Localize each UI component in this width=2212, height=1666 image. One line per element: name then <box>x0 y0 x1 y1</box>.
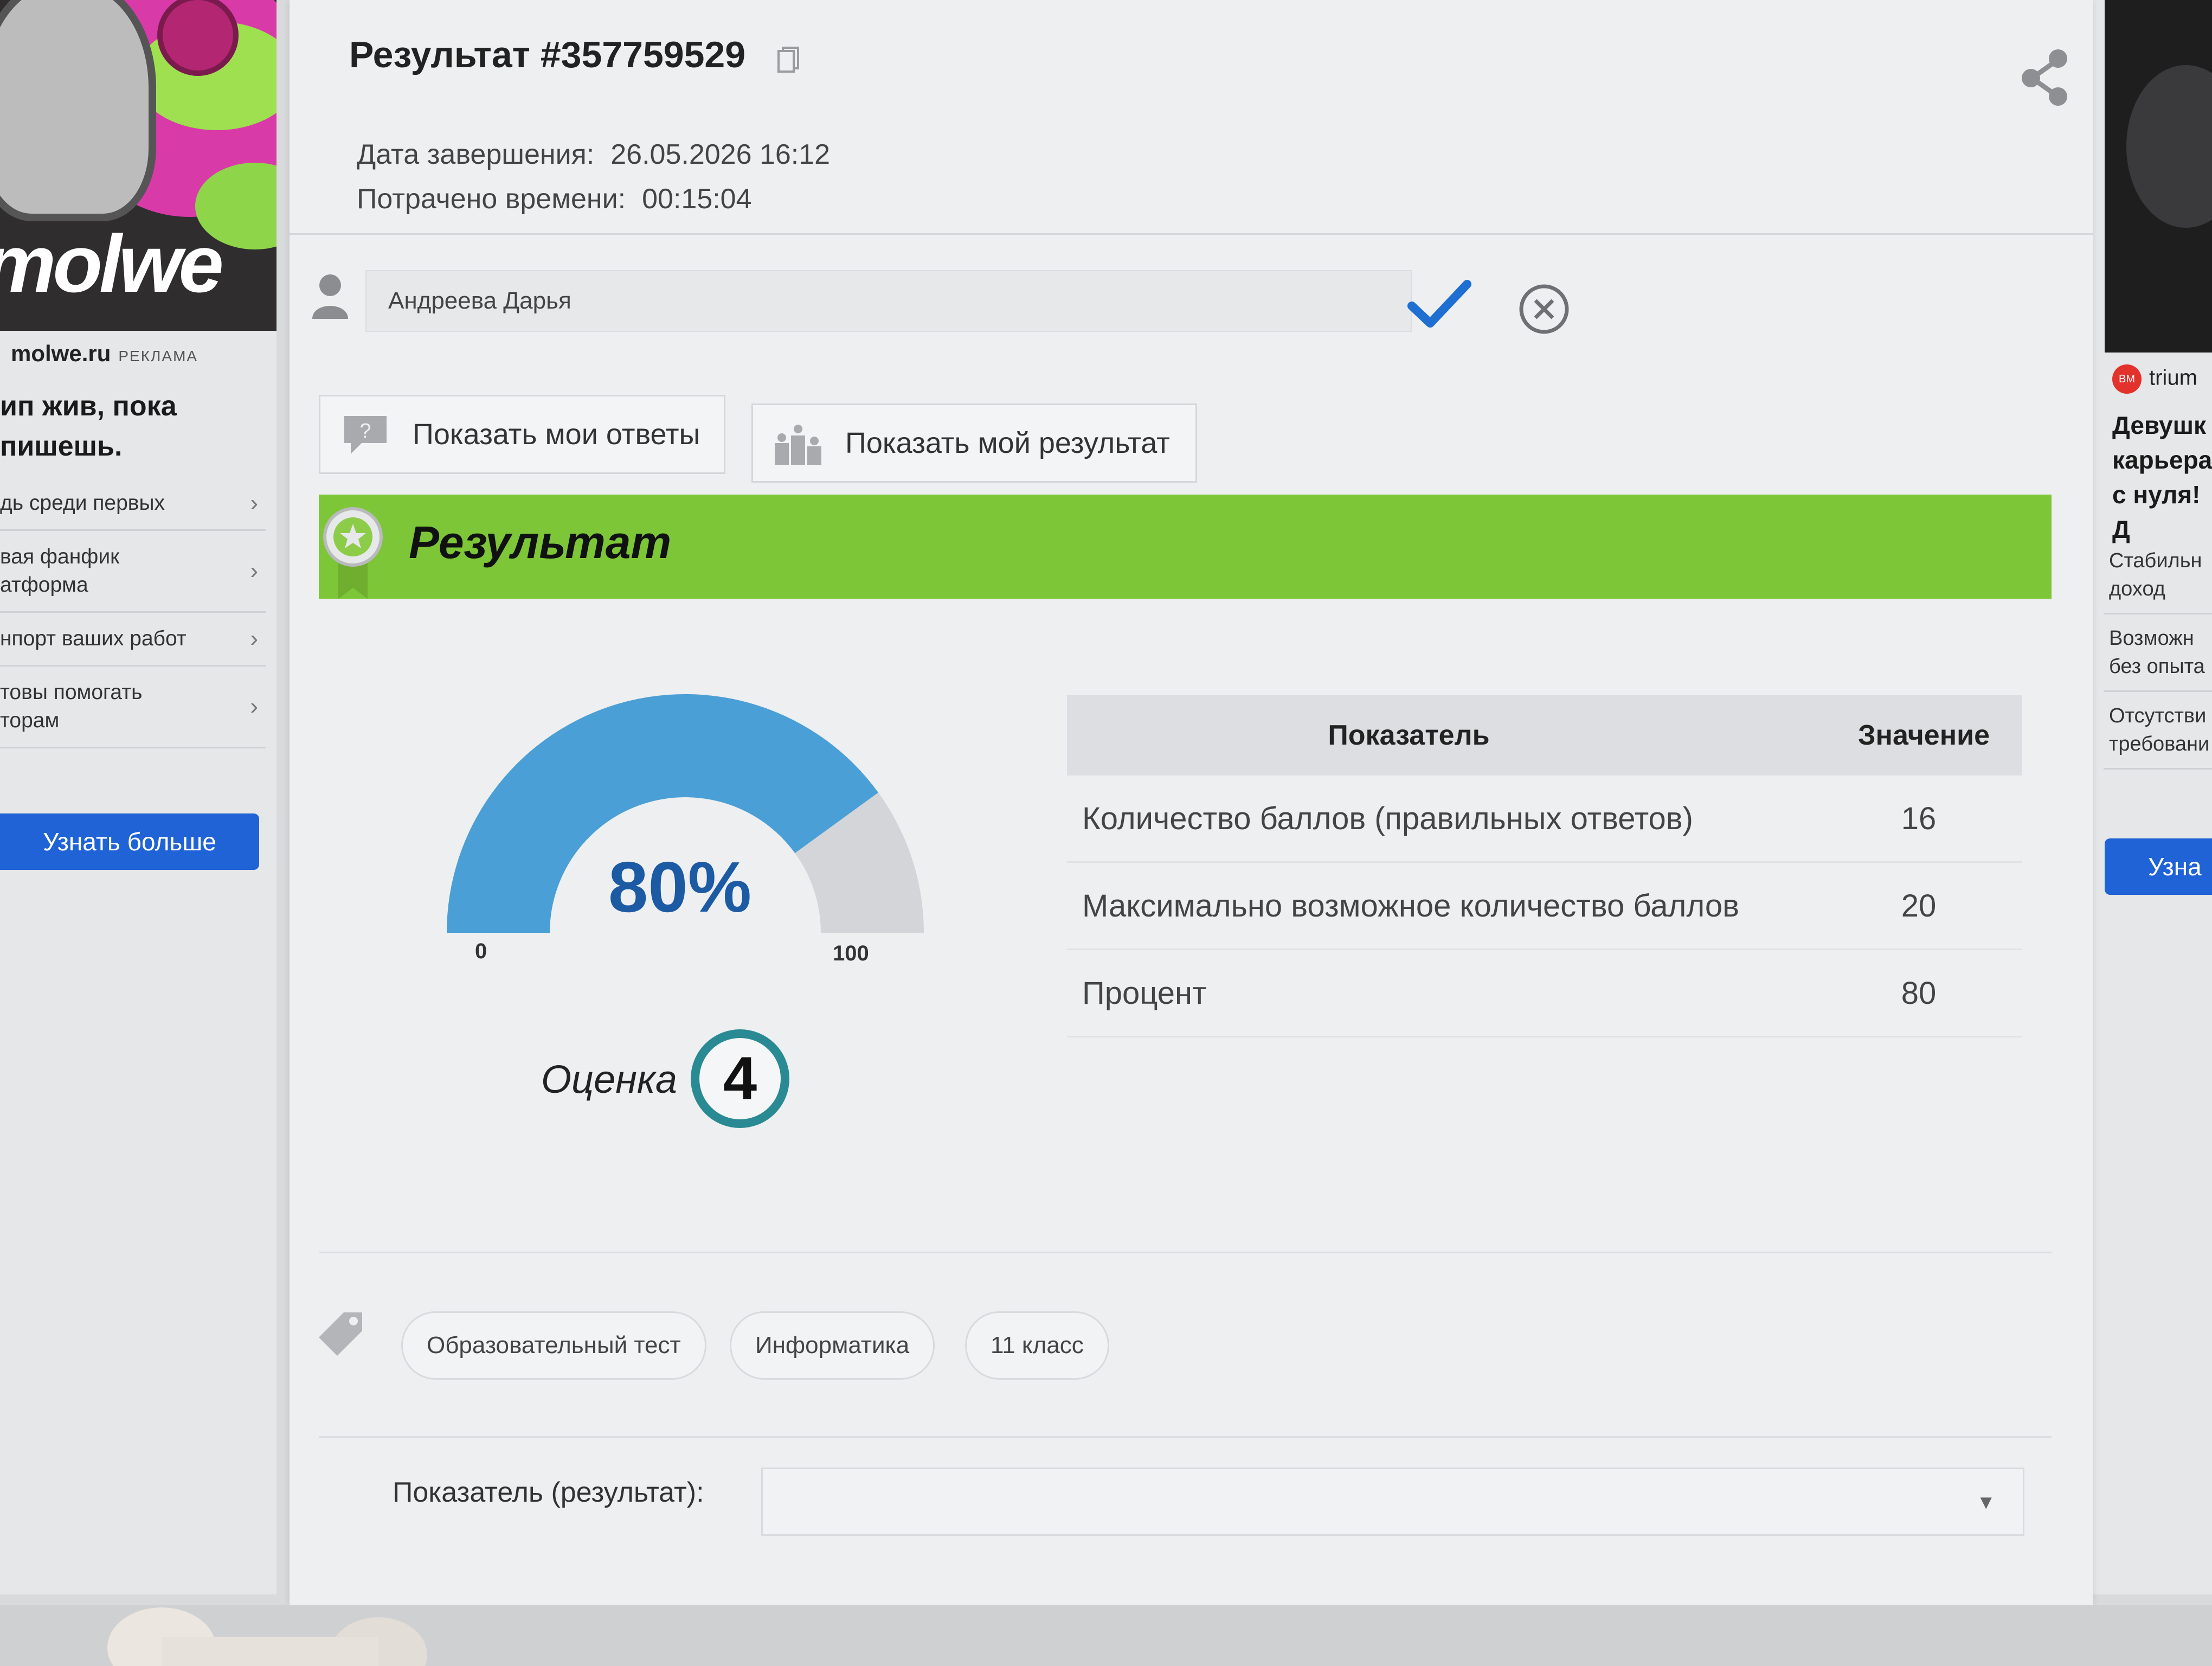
table-row: Процент 80 <box>1067 949 2022 1037</box>
column-header-value: Значение <box>1751 695 2022 776</box>
podium-icon <box>775 425 821 465</box>
time-spent-label: Потрачено времени: <box>357 183 626 215</box>
check-icon[interactable] <box>1406 278 1471 332</box>
metric-value: 16 <box>1751 776 2022 863</box>
tag-chip[interactable]: Информатика <box>730 1311 935 1380</box>
tag-chip[interactable]: 11 класс <box>965 1311 1109 1380</box>
user-icon <box>312 274 348 319</box>
result-panel: Результат #357759529 Дата завершения: 26.… <box>290 0 2093 1605</box>
metric-filter-label: Показатель (результат): <box>393 1477 704 1508</box>
grade-label: Оценка <box>541 1058 677 1101</box>
ad-feature-item[interactable]: вая фанфик атформа › <box>0 531 266 613</box>
metric-name: Процент <box>1067 949 1751 1037</box>
table-header-row: Показатель Значение <box>1067 695 2022 776</box>
svg-text:?: ? <box>359 420 371 443</box>
gauge-max-label: 100 <box>833 941 869 965</box>
result-meta: Дата завершения: 26.05.2026 16:12 Потраче… <box>357 132 830 221</box>
ad-learn-more-button[interactable]: Узнать больше <box>0 813 259 870</box>
share-icon[interactable] <box>2019 48 2071 107</box>
ad-feature-item[interactable]: дь среди первых › <box>0 477 266 531</box>
ad-feature-list: дь среди первых › вая фанфик атформа › нпо… <box>0 477 266 748</box>
metrics-table: Показатель Значение Количество баллов (п… <box>1067 695 2022 1037</box>
ad-artwork-image[interactable]: molwe <box>0 0 276 331</box>
metric-name: Количество баллов (правильных ответов) <box>1067 776 1751 863</box>
chevron-right-icon: › <box>250 625 258 652</box>
user-name-input[interactable] <box>365 270 1412 332</box>
copy-icon[interactable] <box>777 47 799 74</box>
left-ad-panel[interactable]: molwe molwe.ru РЕКЛАМА ип жив, пока пишеш… <box>0 0 276 1594</box>
ad-feature-item[interactable]: Стабильн доход <box>2104 537 2212 614</box>
question-bubble-icon: ? <box>344 416 387 454</box>
chevron-right-icon: › <box>250 558 258 584</box>
table-row: Максимально возможное количество баллов … <box>1067 862 2022 950</box>
figurine-photo-object <box>107 1607 427 1666</box>
ad-logo-text: molwe <box>0 218 224 309</box>
metric-value: 80 <box>1751 949 2022 1037</box>
show-answers-button[interactable]: ? Показать мои ответы <box>319 395 725 474</box>
table-row: Количество баллов (правильных ответов) 1… <box>1067 776 2022 863</box>
cancel-icon[interactable] <box>1518 283 1570 335</box>
show-result-button[interactable]: Показать мой результат <box>751 403 1197 483</box>
gauge-percent: 80% <box>608 847 752 927</box>
right-ad-panel[interactable]: BM trium Девушк карьера с нуля! Д Стабиль… <box>2093 0 2212 1594</box>
result-banner-title: Результат <box>409 517 672 568</box>
show-result-label: Показать мой результат <box>845 427 1170 459</box>
chevron-right-icon: › <box>250 490 258 516</box>
column-header-metric: Показатель <box>1067 695 1751 776</box>
divider <box>290 233 2093 235</box>
award-badge-icon <box>323 507 383 599</box>
ad-feature-list: Стабильн доход Возможн без опыта Отсутст… <box>2104 537 2212 770</box>
ad-source[interactable]: molwe.ru РЕКЛАМА <box>11 341 198 367</box>
show-answers-label: Показать мои ответы <box>413 418 700 451</box>
page-title: Результат #357759529 <box>349 34 746 75</box>
ad-headline[interactable]: Девушк карьера с нуля! Д <box>2112 408 2212 547</box>
tag-chip[interactable]: Образовательный тест <box>401 1311 706 1380</box>
ad-brand-logo: BM <box>2112 364 2142 394</box>
metric-value: 20 <box>1751 862 2022 950</box>
ad-learn-more-button[interactable]: Узна <box>2105 838 2212 895</box>
gauge-min-label: 0 <box>475 939 487 963</box>
ad-feature-item[interactable]: нпорт ваших работ › <box>0 613 266 667</box>
ad-artwork-image[interactable] <box>2105 0 2212 353</box>
time-spent-row: Потрачено времени: 00:15:04 <box>357 177 830 221</box>
ad-feature-item[interactable]: Отсутстви требовани <box>2104 692 2212 770</box>
result-banner: Результат <box>319 495 2052 599</box>
divider <box>319 1252 2052 1253</box>
time-spent-value: 00:15:04 <box>642 183 752 215</box>
metric-name: Максимально возможное количество баллов <box>1067 862 1751 950</box>
grade-value: 4 <box>691 1029 789 1128</box>
metric-filter-select[interactable]: ▼ <box>761 1468 2024 1536</box>
completion-date-row: Дата завершения: 26.05.2026 16:12 <box>357 132 830 177</box>
ad-feature-item[interactable]: товы помогать торам › <box>0 667 266 748</box>
completion-date-label: Дата завершения: <box>357 139 595 170</box>
score-gauge <box>447 694 924 933</box>
tag-icon <box>319 1312 362 1356</box>
completion-date-value: 26.05.2026 16:12 <box>610 139 831 170</box>
divider <box>319 1436 2052 1438</box>
chevron-right-icon: › <box>250 693 258 720</box>
ad-label: РЕКЛАМА <box>118 348 198 364</box>
dropdown-caret-icon: ▼ <box>1976 1491 1996 1513</box>
ad-feature-item[interactable]: Возможн без опыта <box>2104 614 2212 692</box>
ad-headline[interactable]: ип жив, пока пишешь. <box>0 386 260 466</box>
ad-source[interactable]: BM trium <box>2112 364 2197 394</box>
